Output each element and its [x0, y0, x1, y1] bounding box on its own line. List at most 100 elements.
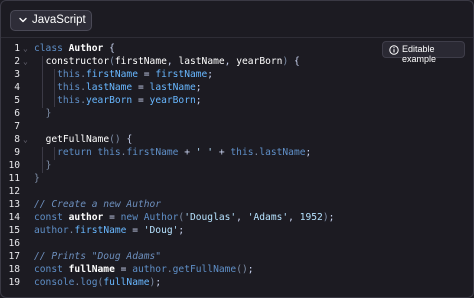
code-token: yearBorn: [236, 56, 283, 67]
line-number: 4: [14, 82, 20, 93]
code-token: log: [80, 277, 98, 288]
code-token: // Create a new Author: [34, 199, 162, 210]
code-text: const fullName = author.getFullName();: [34, 263, 254, 276]
code-token: fullName: [68, 264, 115, 275]
line-number: 16: [8, 238, 20, 249]
code-token: getFullName: [45, 134, 110, 145]
code-token: firstName: [114, 56, 167, 67]
code-token: ;: [305, 147, 312, 158]
code-token: class: [34, 43, 69, 54]
code-token: (): [236, 264, 248, 275]
code-text: }: [34, 159, 52, 172]
line-number: 15: [8, 225, 20, 236]
code-token: this: [57, 69, 81, 80]
code-token: =: [126, 225, 144, 236]
line-number: 10: [8, 160, 20, 171]
fold-chevron-icon[interactable]: ⌄: [23, 42, 28, 55]
code-token: // Prints "Doug Adams": [34, 251, 162, 262]
code-token: Author: [143, 212, 179, 223]
code-token: }: [45, 108, 52, 119]
code-token: author: [132, 264, 167, 275]
code-token: {: [288, 56, 300, 67]
code-text: getFullName() {: [34, 133, 133, 146]
code-token: 1952: [299, 212, 323, 223]
code-text: this.yearBorn = yearBorn;: [34, 94, 202, 107]
code-token: author: [68, 212, 104, 223]
code-token: =: [132, 82, 150, 93]
language-label: JavaScript: [32, 14, 86, 26]
code-token: ;: [247, 264, 254, 275]
code-token: ,: [166, 56, 179, 67]
code-token: {: [103, 43, 115, 54]
code-token: (): [109, 134, 121, 145]
code-token: }: [34, 173, 40, 184]
code-editor[interactable]: 1 ⌄ class Author {2 ⌄ constructor(firstName…: [1, 39, 473, 297]
code-token: this: [230, 147, 254, 158]
code-token: return this: [57, 147, 121, 158]
code-token: {: [120, 134, 133, 145]
fold-chevron-icon[interactable]: ⌄: [23, 133, 28, 146]
code-token: lastName: [86, 82, 133, 93]
editable-example-badge: Editable example: [382, 41, 465, 64]
line-number: 5: [14, 95, 20, 106]
line-number: 13: [8, 199, 20, 210]
code-token: ;: [178, 225, 185, 236]
code-token: this: [57, 95, 81, 106]
code-token: =: [132, 95, 150, 106]
code-token: Author: [68, 43, 104, 54]
code-token: yearBorn: [86, 95, 133, 106]
code-text: }: [34, 172, 40, 185]
language-selector-button[interactable]: JavaScript: [10, 10, 92, 31]
chevron-down-icon: [19, 17, 27, 23]
fold-chevron-icon[interactable]: ⌄: [23, 55, 28, 68]
code-text: class Author {: [34, 42, 115, 55]
code-example-panel: JavaScript 1 ⌄ class Author {2 ⌄ constructo…: [0, 0, 474, 298]
code-token: firstName: [155, 69, 208, 80]
code-token: console: [34, 277, 75, 288]
code-text: console.log(fullName);: [34, 276, 161, 289]
code-text: const author = new Author('Douglas', 'Ad…: [34, 211, 334, 224]
code-token: this: [57, 82, 81, 93]
line-number: 7: [14, 121, 20, 132]
code-text: return this.firstName + ' ' + this.lastN…: [34, 146, 311, 159]
line-number: 12: [8, 186, 20, 197]
code-token: +: [178, 147, 196, 158]
code-toolbar: JavaScript: [1, 1, 473, 38]
line-number: 11: [8, 173, 20, 184]
code-token: lastName: [149, 82, 196, 93]
code-token: const: [34, 212, 69, 223]
code-token: ;: [195, 82, 202, 93]
code-token: ' ': [195, 147, 214, 158]
code-token: lastName: [178, 56, 225, 67]
code-token: +: [213, 147, 231, 158]
code-token: firstName: [86, 69, 138, 80]
code-token: 'Adams': [247, 212, 289, 223]
line-number: 9: [14, 147, 20, 158]
line-number: 17: [8, 251, 20, 262]
code-text: // Create a new Author: [34, 198, 161, 211]
code-token: ,: [288, 212, 300, 223]
code-token: ,: [224, 56, 237, 67]
code-token: firstName: [74, 225, 127, 236]
line-number: 2: [14, 56, 20, 67]
code-text: }: [34, 107, 52, 120]
code-token: const: [34, 264, 69, 275]
code-text: this.lastName = lastName;: [34, 81, 202, 94]
line-number: 3: [14, 69, 20, 80]
code-token: new: [120, 212, 144, 223]
code-token: =: [103, 212, 121, 223]
code-token: firstName: [126, 147, 179, 158]
code-text: // Prints "Doug Adams": [34, 250, 161, 263]
code-token: ,: [236, 212, 248, 223]
code-token: =: [137, 69, 156, 80]
code-token: ;: [195, 95, 202, 106]
code-token: }: [45, 160, 52, 171]
code-token: =: [114, 264, 133, 275]
code-text: author.firstName = 'Doug';: [34, 224, 184, 237]
